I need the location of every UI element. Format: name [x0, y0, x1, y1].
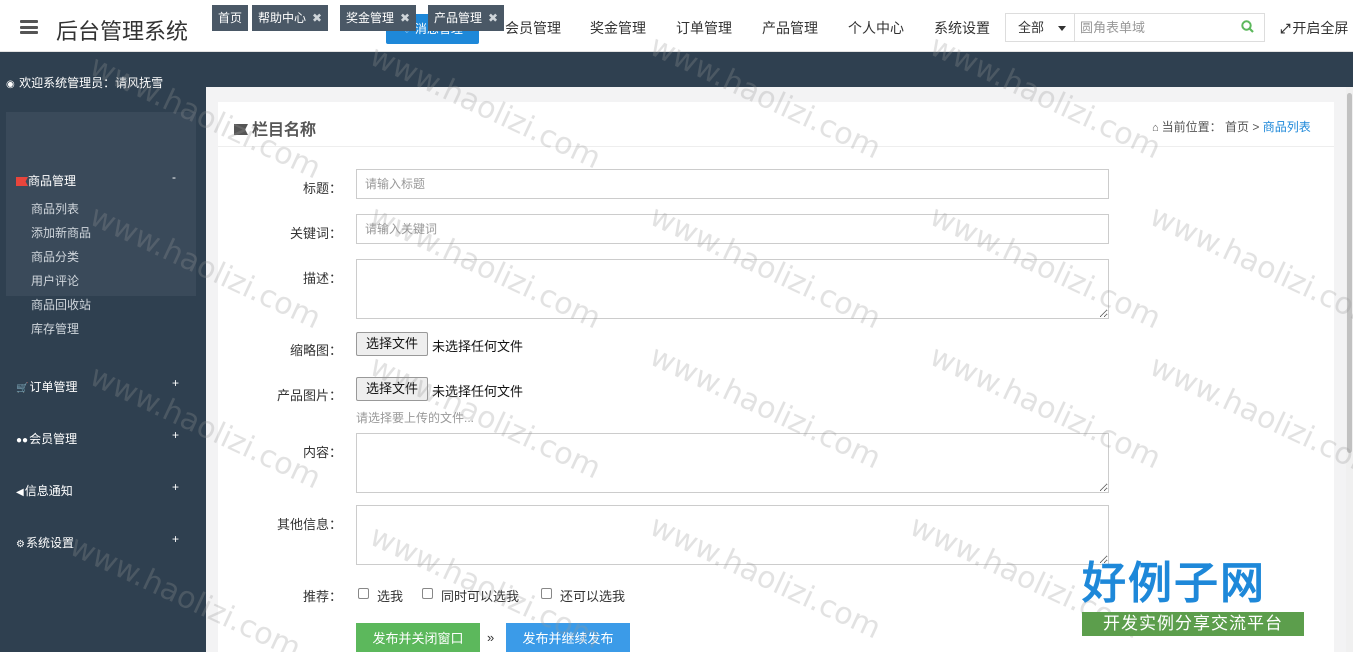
- menu-notices[interactable]: ◀信息通知: [16, 482, 73, 499]
- tab-home-label: 首页: [218, 11, 243, 25]
- title-input[interactable]: [356, 169, 1109, 199]
- close-icon[interactable]: ✖: [312, 11, 322, 25]
- menu-system-label: 系统设置: [25, 536, 74, 550]
- menu-members-label: 会员管理: [29, 432, 78, 446]
- scrollbar-thumb[interactable]: [1347, 93, 1352, 453]
- expand-icon: ⤢: [1280, 21, 1291, 36]
- thumbnail-label: 缩略图：: [289, 343, 342, 358]
- expand-system-icon[interactable]: +: [172, 532, 179, 546]
- breadcrumb-home[interactable]: 首页: [1225, 120, 1249, 134]
- cart-icon: 🛒: [16, 383, 29, 394]
- nav-member[interactable]: 会员管理: [505, 18, 561, 38]
- sidebar-item-user-comments[interactable]: 用户评论: [31, 272, 79, 289]
- expand-orders-icon[interactable]: +: [172, 376, 179, 390]
- recommend-checkbox-1[interactable]: [358, 588, 369, 599]
- sidebar: ◉ 欢迎系统管理员：请风抚雪 商品管理 - 商品列表 添加新商品 商品分类 用户…: [0, 52, 206, 652]
- recommend-checkbox-3[interactable]: [541, 588, 552, 599]
- menu-orders[interactable]: 🛒订单管理: [16, 378, 77, 395]
- flag-icon: [234, 124, 248, 135]
- product-image-file-status: 未选择任何文件: [432, 384, 524, 399]
- breadcrumb-current: 商品列表: [1262, 120, 1311, 134]
- recommend-checkbox-3-label: 还可以选我: [560, 589, 626, 604]
- close-icon[interactable]: ✖: [488, 11, 498, 25]
- menu-goods-label: 商品管理: [28, 174, 77, 188]
- recommend-checkbox-2[interactable]: [422, 588, 433, 599]
- panel-title: 栏目名称: [234, 116, 316, 140]
- nav-bonus[interactable]: 奖金管理: [590, 18, 646, 38]
- menu-system[interactable]: ⚙系统设置: [16, 534, 74, 551]
- nav-order[interactable]: 订单管理: [676, 18, 732, 38]
- content-label: 内容：: [302, 445, 342, 460]
- tab-help-label: 帮助中心: [258, 11, 307, 25]
- volume-icon: ◀: [16, 487, 24, 498]
- content-textarea[interactable]: [356, 433, 1109, 493]
- search-box: 全部: [1005, 13, 1265, 42]
- fullscreen-button[interactable]: ⤢ 开启全屏: [1280, 18, 1348, 38]
- chevron-down-icon: [1058, 26, 1066, 31]
- keyword-label: 关键词：: [289, 226, 342, 241]
- search-scope-select[interactable]: 全部: [1006, 14, 1075, 41]
- welcome-text: ◉ 欢迎系统管理员：请风抚雪: [6, 74, 163, 91]
- flag-icon: [16, 177, 28, 186]
- publish-continue-button[interactable]: 发布并继续发布: [506, 623, 630, 652]
- publish-close-button[interactable]: 发布并关闭窗口: [356, 623, 480, 652]
- collapse-icon[interactable]: -: [172, 170, 176, 184]
- other-info-textarea[interactable]: [356, 505, 1109, 565]
- panel-title-label: 栏目名称: [252, 122, 317, 139]
- nav-product[interactable]: 产品管理: [762, 18, 818, 38]
- search-icon[interactable]: [1241, 20, 1254, 33]
- welcome-label: 欢迎系统管理员：请风抚雪: [19, 76, 164, 90]
- tab-help[interactable]: 帮助中心 ✖: [252, 5, 329, 31]
- top-header: 后台管理系统 ♡消息管理 6 会员管理 奖金管理 订单管理 产品管理 个人中心 …: [0, 0, 1353, 52]
- divider: [218, 146, 1334, 147]
- dashboard-icon: ◉: [6, 79, 15, 90]
- upload-hint: 请选择要上传的文件...: [356, 411, 475, 425]
- menu-notices-label: 信息通知: [24, 484, 73, 498]
- tab-bonus-label: 奖金管理: [346, 11, 395, 25]
- thumbnail-file-status: 未选择任何文件: [432, 339, 524, 354]
- breadcrumb: ⌂ 当前位置： 首页 > 商品列表: [1152, 118, 1311, 135]
- title-label: 标题：: [302, 181, 342, 196]
- sidebar-item-add-goods[interactable]: 添加新商品: [31, 224, 91, 241]
- recommend-checkbox-2-label: 同时可以选我: [441, 589, 520, 604]
- nav-profile[interactable]: 个人中心: [848, 18, 904, 38]
- search-scope-value: 全部: [1018, 20, 1045, 35]
- fullscreen-label: 开启全屏: [1292, 20, 1349, 36]
- gears-icon: ⚙: [16, 539, 25, 550]
- home-icon: ⌂: [1152, 122, 1159, 134]
- menu-orders-label: 订单管理: [29, 380, 78, 394]
- sidebar-item-goods-list[interactable]: 商品列表: [31, 200, 79, 217]
- other-info-label: 其他信息：: [276, 517, 342, 532]
- thumbnail-file-button[interactable]: 选择文件: [356, 332, 428, 356]
- brand-title: 后台管理系统: [56, 19, 189, 44]
- menu-toggle-icon[interactable]: [20, 20, 38, 34]
- breadcrumb-prefix: 当前位置：: [1161, 120, 1222, 134]
- expand-notices-icon[interactable]: +: [172, 480, 179, 494]
- breadcrumb-separator: >: [1252, 120, 1260, 134]
- sidebar-item-goods-category[interactable]: 商品分类: [31, 248, 79, 265]
- search-input[interactable]: [1076, 14, 1236, 41]
- nav-settings[interactable]: 系统设置: [934, 18, 990, 38]
- tabs-bar: [206, 52, 1353, 87]
- product-image-label: 产品图片：: [276, 388, 342, 403]
- product-image-file-button[interactable]: 选择文件: [356, 377, 428, 401]
- tab-home[interactable]: 首页: [212, 5, 249, 31]
- tab-product-label: 产品管理: [434, 11, 483, 25]
- description-textarea[interactable]: [356, 259, 1109, 319]
- sidebar-item-goods-recycle[interactable]: 商品回收站: [31, 296, 91, 313]
- tab-bonus[interactable]: 奖金管理 ✖: [340, 5, 417, 31]
- menu-goods-title[interactable]: 商品管理: [16, 172, 76, 189]
- menu-members[interactable]: ●●会员管理: [16, 430, 77, 447]
- scrollbar[interactable]: [1346, 87, 1353, 652]
- users-icon: ●●: [16, 435, 29, 446]
- description-label: 描述：: [302, 271, 342, 286]
- close-icon[interactable]: ✖: [400, 11, 410, 25]
- sidebar-item-inventory[interactable]: 库存管理: [31, 320, 79, 337]
- button-separator: »: [487, 630, 495, 645]
- keyword-input[interactable]: [356, 214, 1109, 244]
- recommend-checkbox-1-label: 选我: [377, 589, 404, 604]
- recommend-label: 推荐：: [302, 589, 342, 604]
- tab-product[interactable]: 产品管理 ✖: [428, 5, 505, 31]
- expand-members-icon[interactable]: +: [172, 428, 179, 442]
